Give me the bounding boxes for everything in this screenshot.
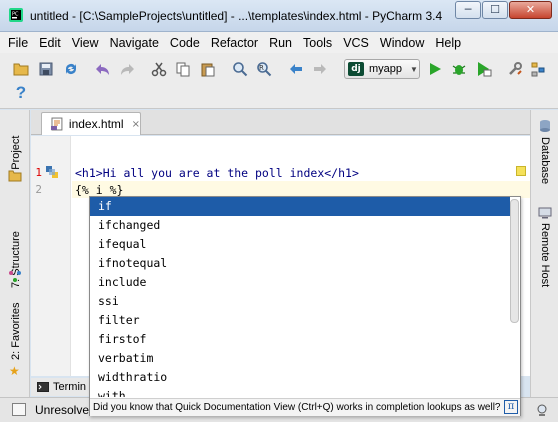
right-tool-window-strip: Database Remote Host <box>530 110 558 397</box>
copy-icon[interactable] <box>174 60 192 78</box>
completion-list: if ifchanged ifequal ifnotequal include … <box>90 197 510 397</box>
paste-icon[interactable] <box>199 60 217 78</box>
replace-icon[interactable]: R <box>255 60 273 78</box>
help-icon[interactable]: ? <box>12 83 30 102</box>
redo-icon[interactable] <box>118 60 136 78</box>
open-folder-icon[interactable] <box>12 60 30 78</box>
menu-edit[interactable]: Edit <box>39 36 61 50</box>
minimize-button[interactable]: ─ <box>455 1 481 19</box>
tool-windows-toggle[interactable] <box>12 403 26 416</box>
inspector-icon[interactable] <box>534 402 550 418</box>
main-toolbar: R dj myapp ▼ ? <box>0 53 558 109</box>
completion-hint-text: Did you know that Quick Documentation Vi… <box>93 402 501 413</box>
window-title: untitled - [C:\SampleProjects\untitled] … <box>30 9 443 23</box>
completion-item[interactable]: ifequal <box>90 235 510 254</box>
debug-icon[interactable] <box>450 60 468 78</box>
pi-icon[interactable]: π <box>504 400 518 414</box>
menu-view[interactable]: View <box>72 36 99 50</box>
code-line-1: <h1>Hi all you are at the poll index</h1… <box>75 166 359 180</box>
favorites-star-icon: ★ <box>9 364 20 378</box>
structure-icon[interactable] <box>529 60 547 78</box>
python-gutter-icon[interactable] <box>45 165 59 179</box>
editor-tab-index-html[interactable]: index.html × <box>41 112 141 135</box>
menu-tools[interactable]: Tools <box>303 36 332 50</box>
completion-item[interactable]: if <box>90 197 510 216</box>
remote-host-icon <box>538 207 552 219</box>
completion-item[interactable]: filter <box>90 311 510 330</box>
menu-code[interactable]: Code <box>170 36 200 50</box>
menu-file[interactable]: File <box>8 36 28 50</box>
back-icon[interactable] <box>287 60 305 78</box>
code-completion-popup: if ifchanged ifequal ifnotequal include … <box>89 196 521 416</box>
completion-item[interactable]: ifnotequal <box>90 254 510 273</box>
menu-help[interactable]: Help <box>435 36 461 50</box>
editor-tab-label: index.html <box>68 117 124 131</box>
window-controls: ─ ☐ ✕ <box>454 1 552 19</box>
svg-text:R: R <box>259 64 264 72</box>
editor-tab-bar: index.html × <box>31 110 530 135</box>
project-icon <box>8 170 22 182</box>
tool-window-terminal[interactable]: Termin <box>31 378 91 396</box>
settings-icon[interactable] <box>506 60 524 78</box>
chevron-down-icon: ▼ <box>410 64 418 74</box>
code-line-2: {% i %} <box>75 183 124 197</box>
editor-gutter: 1 2 <box>31 136 71 376</box>
run-configuration-label: myapp <box>369 63 403 75</box>
tool-window-remote-host[interactable]: Remote Host <box>539 223 551 287</box>
warning-marker[interactable] <box>516 166 526 176</box>
run-configuration-select[interactable]: dj myapp ▼ <box>344 59 420 79</box>
completion-item[interactable]: verbatim <box>90 349 510 368</box>
completion-scrollbar[interactable] <box>510 199 519 323</box>
forward-icon[interactable] <box>311 60 329 78</box>
database-icon <box>540 120 550 132</box>
menu-bar: File Edit View Navigate Code Refactor Ru… <box>0 32 558 53</box>
completion-item[interactable]: widthratio <box>90 368 510 387</box>
tool-window-database[interactable]: Database <box>539 137 551 184</box>
run-icon[interactable] <box>426 60 444 78</box>
menu-navigate[interactable]: Navigate <box>110 36 159 50</box>
tool-window-favorites[interactable]: 2: Favorites <box>10 303 22 360</box>
completion-item[interactable]: firstof <box>90 330 510 349</box>
completion-item[interactable]: include <box>90 273 510 292</box>
completion-item[interactable]: with <box>90 387 510 397</box>
pycharm-app-icon: PC <box>9 8 23 22</box>
line-number: 2 <box>35 183 42 196</box>
undo-icon[interactable] <box>94 60 112 78</box>
menu-vcs[interactable]: VCS <box>343 36 369 50</box>
html-file-icon <box>50 117 63 131</box>
find-icon[interactable] <box>231 60 249 78</box>
sync-icon[interactable] <box>62 60 80 78</box>
cut-icon[interactable] <box>150 60 168 78</box>
menu-refactor[interactable]: Refactor <box>211 36 258 50</box>
svg-text:PC: PC <box>12 12 19 18</box>
completion-item[interactable]: ssi <box>90 292 510 311</box>
left-tool-window-strip: 1: Project 7: Structure 2: Favorites ★ <box>0 110 30 397</box>
close-tab-icon[interactable]: × <box>132 119 140 130</box>
django-icon: dj <box>348 62 364 76</box>
completion-hint: Did you know that Quick Documentation Vi… <box>90 398 520 416</box>
status-message: Unresolve <box>35 403 90 417</box>
structure-tree-icon <box>9 271 21 282</box>
close-button[interactable]: ✕ <box>509 1 552 19</box>
title-bar: PC untitled - [C:\SampleProjects\untitle… <box>0 0 558 32</box>
save-icon[interactable] <box>37 60 55 78</box>
line-number: 1 <box>35 166 42 179</box>
menu-run[interactable]: Run <box>269 36 292 50</box>
maximize-button[interactable]: ☐ <box>482 1 508 19</box>
completion-item[interactable]: ifchanged <box>90 216 510 235</box>
menu-window[interactable]: Window <box>380 36 424 50</box>
coverage-icon[interactable] <box>475 60 493 78</box>
terminal-icon <box>37 382 49 392</box>
terminal-tab-label: Termin <box>53 381 87 393</box>
